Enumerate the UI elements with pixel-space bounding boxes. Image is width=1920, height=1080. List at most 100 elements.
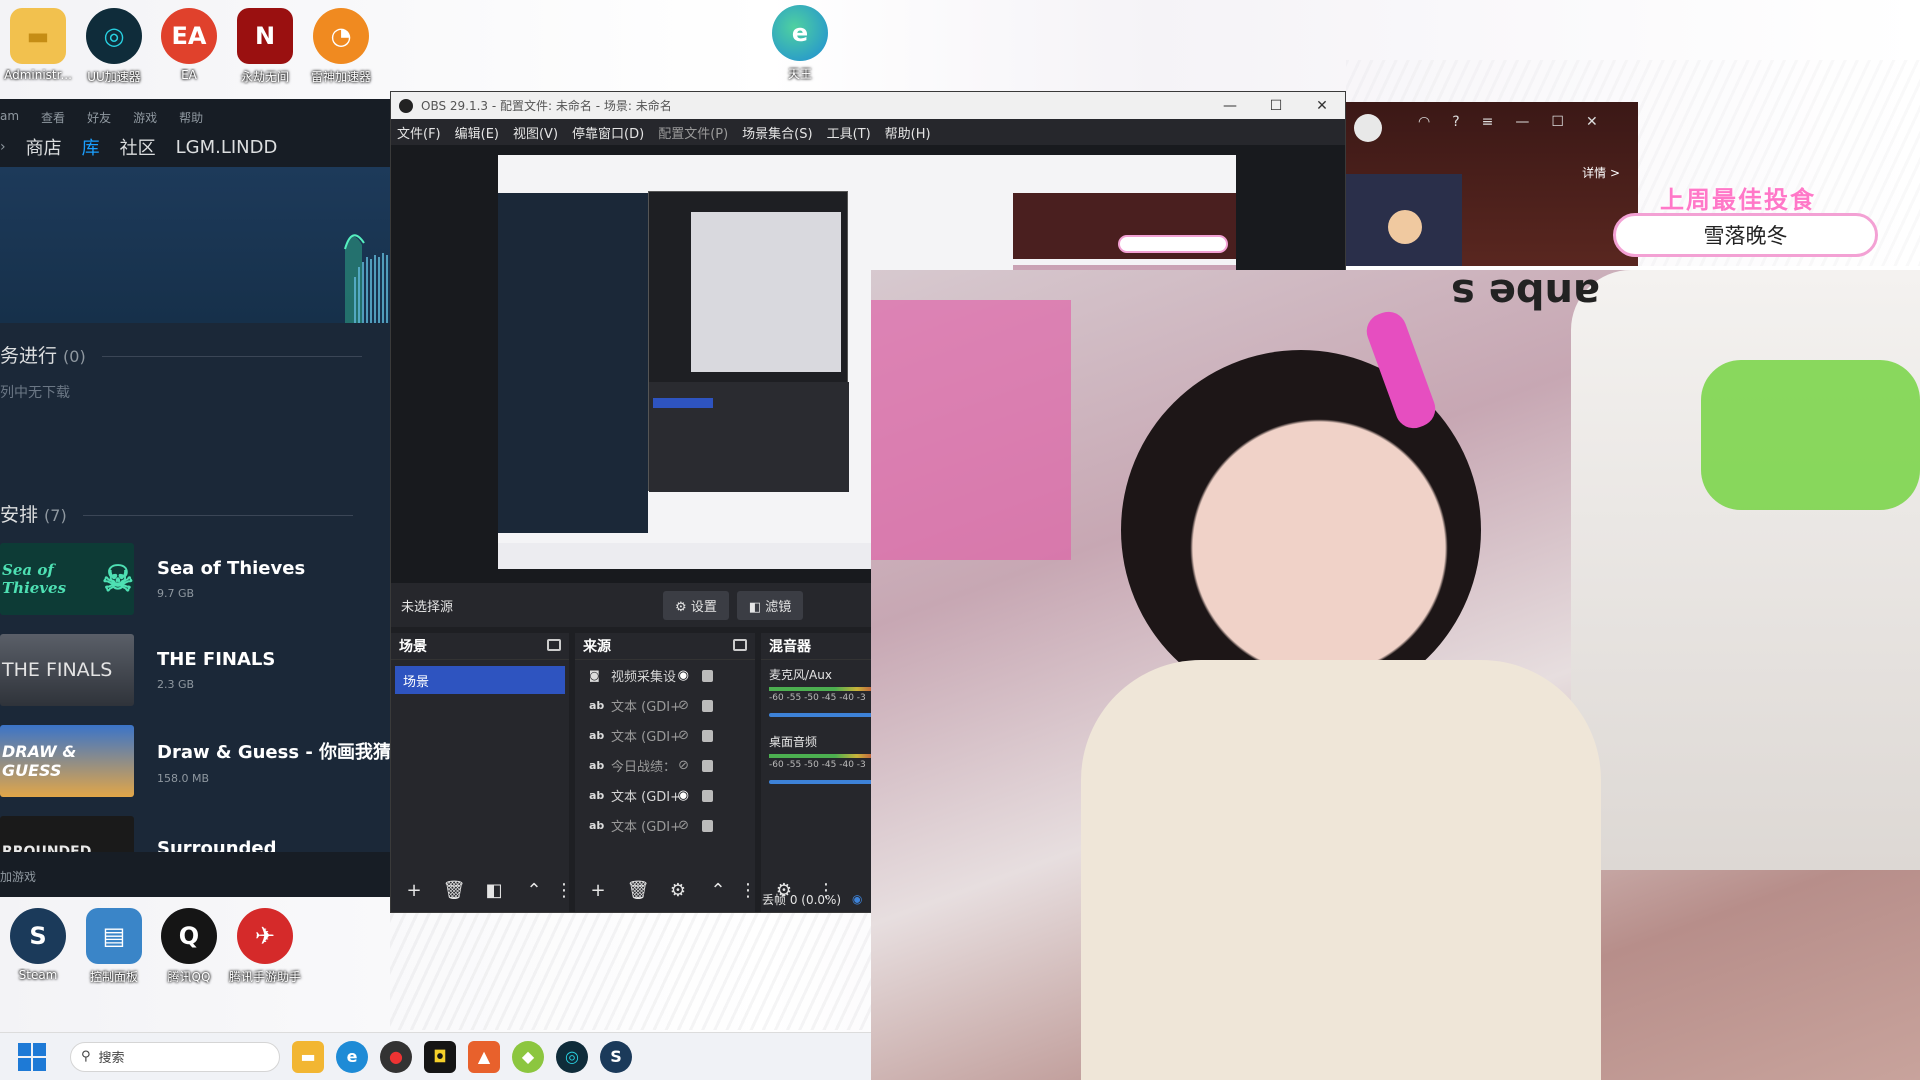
text-source-icon: ab — [589, 758, 605, 772]
text-source-icon: ab — [589, 818, 605, 832]
steam-menu-item[interactable]: 游戏 — [133, 109, 157, 127]
game-name: Draw & Guess - 你画我猜 — [157, 741, 390, 763]
back-arrow-icon[interactable]: › — [0, 139, 6, 155]
hidden-eye-icon[interactable]: ⊘ — [678, 758, 689, 773]
stream-helper-panel: ◠ ? ≡ — ☐ ✕ 详情 > — [1346, 102, 1638, 270]
edge-icon[interactable]: e — [336, 1040, 368, 1073]
menu-scene-collection[interactable]: 场景集合(S) — [742, 123, 812, 142]
uu-accelerator-icon: ◎ — [86, 8, 142, 64]
filters-button[interactable]: ◧ 滤镜 — [736, 590, 804, 620]
taskbar-search[interactable]: ⚲ 搜索 — [70, 1041, 280, 1072]
visible-eye-icon[interactable]: ◉ — [678, 788, 689, 803]
windows-start-icon[interactable] — [18, 1042, 46, 1071]
top-feeder-name: 雪落晚冬 — [1613, 213, 1878, 257]
add-icon[interactable]: + — [583, 875, 613, 905]
download-graph — [0, 167, 390, 323]
volume-fader[interactable] — [769, 780, 879, 784]
folder-icon: ▬ — [10, 8, 66, 64]
lock-icon[interactable] — [702, 760, 713, 772]
trash-icon[interactable]: 🗑 — [439, 875, 469, 905]
menu-icon[interactable]: ≡ — [1482, 114, 1494, 130]
desktop-icon-edge[interactable]: e 天王 — [770, 5, 830, 82]
uu-icon[interactable]: ◎ — [556, 1040, 588, 1073]
menu-tools[interactable]: 工具(T) — [827, 123, 871, 142]
settings-button[interactable]: ⚙ 设置 — [663, 590, 729, 620]
add-game-button[interactable]: 加游戏 — [0, 852, 390, 897]
trash-icon[interactable]: 🗑 — [623, 875, 653, 905]
menu-docks[interactable]: 停靠窗口(D) — [572, 123, 644, 142]
lock-icon[interactable] — [702, 730, 713, 742]
maximize-icon[interactable]: ☐ — [1253, 98, 1299, 114]
more-icon[interactable]: ⋮ — [739, 875, 757, 905]
tencent-assistant-icon: ✈ — [237, 908, 293, 964]
desktop-icon-label: 腾讯手游助手 — [228, 970, 301, 984]
nav-community[interactable]: 社区 — [120, 134, 156, 160]
minimize-icon[interactable]: — — [1207, 98, 1253, 114]
source-item[interactable]: ab 文本 (GDI+ ⊘ — [575, 720, 755, 750]
text-source-icon: ab — [589, 728, 605, 742]
desktop-icon-leishen[interactable]: ◔ 雷神加速器 — [295, 8, 387, 85]
scene-item[interactable]: 场景 — [395, 666, 565, 694]
detail-link[interactable]: 详情 > — [1582, 164, 1620, 181]
app-green-icon[interactable]: ◆ — [512, 1040, 544, 1073]
desktop-icon-tencent-assistant[interactable]: ✈ 腾讯手游助手 — [219, 908, 311, 985]
source-item[interactable]: ab 今日战绩： ⊘ — [575, 750, 755, 780]
float-dock-icon[interactable] — [733, 639, 747, 651]
move-up-icon[interactable]: ⌃ — [519, 875, 549, 905]
hidden-eye-icon[interactable]: ⊘ — [678, 818, 689, 833]
nav-library[interactable]: 库 — [82, 134, 100, 160]
downloading-empty: 列中无下载 — [0, 385, 70, 401]
source-item[interactable]: ab 文本 (GDI+ ◉ — [575, 780, 755, 810]
game-row-sea-of-thieves[interactable]: Sea of Thieves ☠ Sea of Thieves 9.7 GB — [0, 539, 390, 619]
headset-icon[interactable]: ◠ — [1418, 114, 1430, 130]
desktop-icon-label: 雷神加速器 — [310, 70, 371, 84]
lock-icon[interactable] — [702, 790, 713, 802]
avatar[interactable] — [1354, 114, 1382, 142]
no-source-label: 未选择源 — [401, 599, 454, 615]
source-item[interactable]: ◙ 视频采集设 ◉ — [575, 660, 755, 690]
menu-help[interactable]: 帮助(H) — [885, 123, 931, 142]
gear-icon[interactable]: ⚙ — [663, 875, 693, 905]
gear-icon: ⚙ — [675, 599, 687, 615]
app-orange-icon[interactable]: ▲ — [468, 1040, 500, 1073]
source-item[interactable]: ab 文本 (GDI+ ⊘ — [575, 690, 755, 720]
ea-icon: EA — [161, 8, 217, 64]
naraka-icon: N — [237, 8, 293, 64]
app-yellow-icon[interactable]: ◘ — [424, 1040, 456, 1073]
game-art: Sea of Thieves ☠ — [0, 543, 134, 615]
lock-icon[interactable] — [702, 670, 713, 682]
move-up-icon[interactable]: ⌃ — [703, 875, 733, 905]
plush-toy — [1701, 360, 1920, 510]
minimize-icon[interactable]: — — [1515, 114, 1529, 130]
file-explorer-icon[interactable]: ▬ — [292, 1040, 324, 1073]
steam-menu-item[interactable]: 好友 — [87, 109, 111, 127]
steam-menu-item[interactable]: am — [0, 109, 19, 127]
source-item[interactable]: ab 文本 (GDI+ ⊘ — [575, 810, 755, 840]
steam-icon[interactable]: S — [600, 1040, 632, 1073]
scene-filter-icon[interactable]: ◧ — [479, 875, 509, 905]
menu-file[interactable]: 文件(F) — [397, 123, 441, 142]
visible-eye-icon[interactable]: ◉ — [678, 668, 689, 683]
help-icon[interactable]: ? — [1452, 114, 1459, 130]
menu-edit[interactable]: 编辑(E) — [455, 123, 499, 142]
game-row-the-finals[interactable]: THE FINALS THE FINALS 2.3 GB — [0, 630, 390, 710]
maximize-icon[interactable]: ☐ — [1551, 114, 1564, 130]
app-red-icon[interactable]: ● — [380, 1040, 412, 1073]
game-row-draw-guess[interactable]: DRAW & GUESS Draw & Guess - 你画我猜 158.0 MB — [0, 721, 390, 801]
hidden-eye-icon[interactable]: ⊘ — [678, 698, 689, 713]
float-dock-icon[interactable] — [547, 639, 561, 651]
steam-menu-item[interactable]: 查看 — [41, 109, 65, 127]
lock-icon[interactable] — [702, 700, 713, 712]
hidden-eye-icon[interactable]: ⊘ — [678, 728, 689, 743]
nav-store[interactable]: 商店 — [26, 134, 62, 160]
lock-icon[interactable] — [702, 820, 713, 832]
obs-logo-icon — [399, 98, 413, 113]
close-icon[interactable]: ✕ — [1299, 98, 1345, 114]
nav-profile[interactable]: LGM.LINDD — [176, 137, 278, 158]
menu-profile[interactable]: 配置文件(P) — [658, 123, 728, 142]
steam-menu-item[interactable]: 帮助 — [179, 109, 203, 127]
menu-view[interactable]: 视图(V) — [513, 123, 558, 142]
close-icon[interactable]: ✕ — [1586, 114, 1598, 130]
add-icon[interactable]: + — [399, 875, 429, 905]
more-icon[interactable]: ⋮ — [555, 875, 573, 905]
